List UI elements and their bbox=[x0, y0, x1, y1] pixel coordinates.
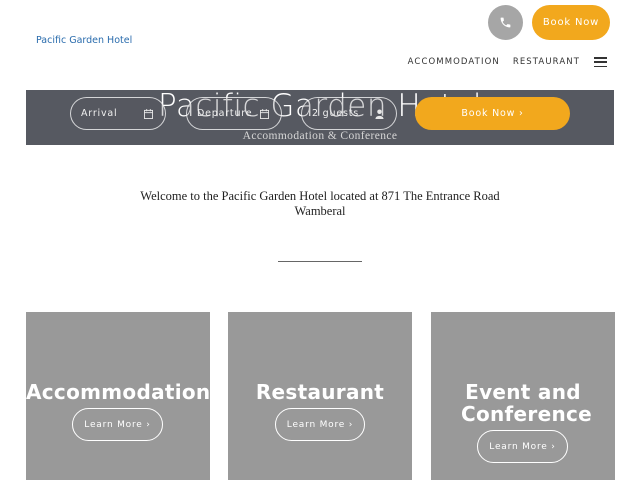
hero-subtitle: Accommodation & Conference bbox=[242, 130, 398, 142]
nav-item-restaurant[interactable]: RESTAURANT bbox=[513, 57, 580, 67]
guests-field[interactable]: 2 guests bbox=[301, 97, 397, 130]
card-title: Accommodation bbox=[26, 380, 211, 404]
calendar-icon bbox=[144, 109, 153, 119]
nav-item-accommodation[interactable]: ACCOMMODATION bbox=[408, 57, 500, 67]
learn-more-button[interactable]: Learn More › bbox=[275, 408, 365, 441]
site-logo[interactable]: Pacific Garden Hotel bbox=[36, 35, 132, 46]
departure-label: Departure bbox=[197, 108, 253, 119]
learn-more-button[interactable]: Learn More › bbox=[477, 430, 568, 463]
calendar-icon bbox=[260, 109, 269, 119]
section-divider bbox=[278, 261, 362, 262]
card-event-conference: Event and Conference Learn More › bbox=[431, 312, 615, 480]
welcome-line-2: Wamberal bbox=[294, 204, 346, 218]
arrival-label: Arrival bbox=[81, 108, 118, 119]
departure-date-field[interactable]: Departure bbox=[186, 97, 282, 130]
phone-button[interactable] bbox=[488, 5, 523, 40]
learn-more-button[interactable]: Learn More › bbox=[72, 408, 163, 441]
arrival-date-field[interactable]: Arrival bbox=[70, 97, 166, 130]
phone-icon bbox=[500, 17, 511, 28]
book-now-header-button[interactable]: Book Now bbox=[532, 5, 610, 40]
hamburger-icon[interactable] bbox=[594, 57, 607, 67]
card-title: Restaurant bbox=[255, 380, 385, 404]
card-title: Event and Conference bbox=[461, 380, 593, 426]
user-icon bbox=[375, 109, 384, 119]
card-accommodation: Accommodation Learn More › bbox=[26, 312, 210, 480]
welcome-line-1: Welcome to the Pacific Garden Hotel loca… bbox=[140, 189, 500, 203]
welcome-text: Welcome to the Pacific Garden Hotel loca… bbox=[0, 189, 640, 219]
guests-label: 2 guests bbox=[312, 108, 359, 119]
main-nav: ACCOMMODATION RESTAURANT bbox=[395, 57, 607, 67]
book-now-button[interactable]: Book Now › bbox=[415, 97, 570, 130]
card-restaurant: Restaurant Learn More › bbox=[228, 312, 412, 480]
